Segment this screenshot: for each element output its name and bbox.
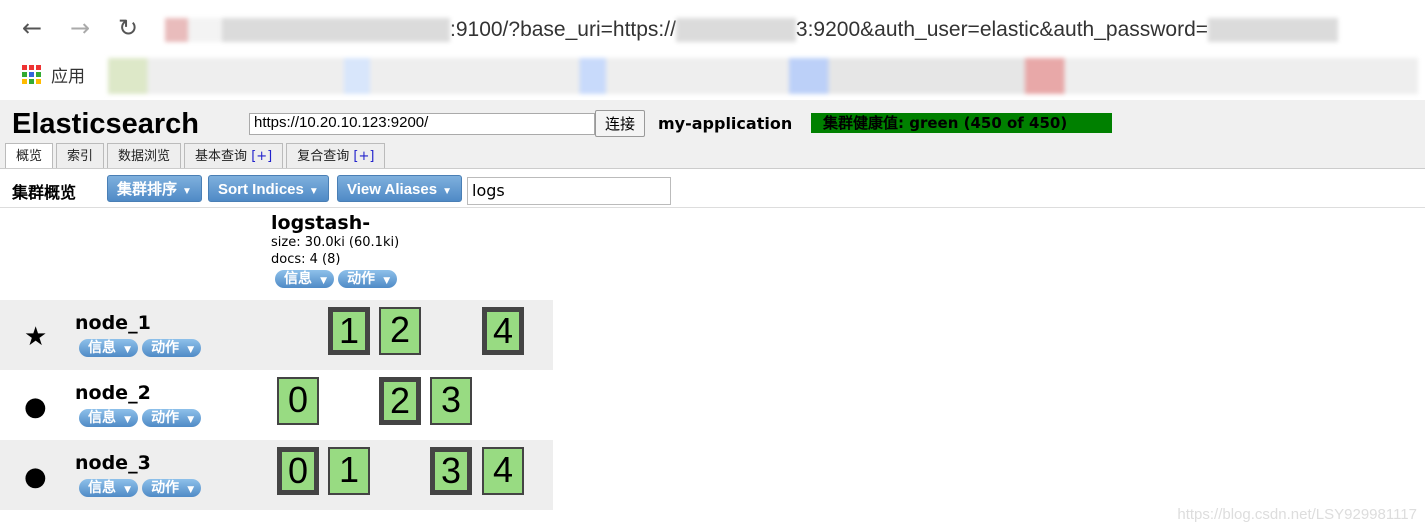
tab-label: 基本查询 — [195, 149, 248, 164]
redacted-text — [1208, 18, 1339, 42]
index-size: size: 30.0ki (60.1ki) — [271, 235, 400, 250]
caret-down-icon: ▼ — [182, 186, 192, 197]
node-name: node_1 — [75, 312, 151, 334]
caret-down-icon: ▼ — [184, 415, 195, 425]
replica-shard[interactable]: 3 — [430, 377, 472, 425]
caret-down-icon: ▼ — [380, 276, 391, 286]
button-label: 动作 — [151, 340, 180, 356]
circle-icon: ● — [24, 392, 47, 422]
bookmarks-bar: 应用 — [22, 62, 85, 87]
cluster-health-badge: 集群健康值: green (450 of 450) — [811, 113, 1112, 133]
primary-shard[interactable]: 1 — [328, 307, 370, 355]
node-row: ★ node_1 信息 ▼ 动作 ▼ 1 2 4 — [0, 300, 553, 370]
redacted-text — [165, 18, 450, 42]
node-row: ● node_2 信息 ▼ 动作 ▼ 0 2 3 — [0, 370, 553, 440]
main-tabs: 概览 索引 数据浏览 基本查询 [+] 复合查询 [+] — [5, 143, 386, 168]
button-label: View Aliases — [347, 181, 438, 198]
replica-shard[interactable]: 2 — [379, 307, 421, 355]
caret-down-icon: ▼ — [184, 345, 195, 355]
button-label: 动作 — [151, 480, 180, 496]
node-action-button[interactable]: 动作 ▼ — [142, 339, 202, 357]
url-text: :9100/?base_uri=https:// — [450, 18, 676, 41]
button-label: 信息 — [88, 340, 116, 356]
replica-shard[interactable]: 0 — [277, 377, 319, 425]
add-tab-link[interactable]: [+] — [353, 149, 374, 164]
button-label: 动作 — [347, 271, 376, 287]
star-icon: ★ — [24, 322, 48, 352]
button-label: 信息 — [88, 480, 116, 496]
node-info-button[interactable]: 信息 ▼ — [79, 339, 139, 357]
tab-label: 数据浏览 — [118, 149, 171, 164]
tab-label: 复合查询 — [297, 149, 350, 164]
node-info-button[interactable]: 信息 ▼ — [79, 409, 139, 427]
index-docs: docs: 4 (8) — [271, 252, 341, 267]
tab-basic-query[interactable]: 基本查询 [+] — [184, 143, 284, 168]
watermark: https://blog.csdn.net/LSY929981117 — [1177, 506, 1417, 523]
replica-shard[interactable]: 4 — [482, 447, 524, 495]
tab-overview[interactable]: 概览 — [5, 143, 54, 168]
index-filter-input[interactable]: logs — [467, 177, 671, 205]
replica-shard[interactable]: 1 — [328, 447, 370, 495]
node-row: ● node_3 信息 ▼ 动作 ▼ 0 1 3 4 — [0, 440, 553, 510]
sort-cluster-button[interactable]: 集群排序 ▼ — [107, 175, 202, 202]
address-bar[interactable]: :9100/?base_uri=https:// 3:9200&auth_use… — [165, 10, 1420, 50]
view-aliases-button[interactable]: View Aliases ▼ — [337, 175, 462, 202]
back-icon[interactable]: ← — [22, 14, 42, 42]
app-logo: Elasticsearch — [12, 108, 200, 140]
button-label: 集群排序 — [117, 181, 178, 198]
redacted-text — [675, 18, 796, 42]
index-column-header: logstash- size: 30.0ki (60.1ki) docs: 4 … — [271, 212, 401, 292]
overview-toolbar: 集群概览 集群排序 ▼ Sort Indices ▼ View Aliases ▼ l… — [0, 168, 1425, 208]
apps-link[interactable]: 应用 — [51, 62, 85, 87]
button-label: 信息 — [284, 271, 312, 287]
caret-down-icon: ▼ — [121, 485, 132, 495]
button-label: 动作 — [151, 410, 180, 426]
button-label: 信息 — [88, 410, 116, 426]
circle-icon: ● — [24, 462, 47, 492]
caret-down-icon: ▼ — [184, 485, 195, 495]
index-info-button[interactable]: 信息 ▼ — [275, 270, 335, 288]
node-name: node_3 — [75, 452, 151, 474]
tab-indices[interactable]: 索引 — [56, 143, 105, 168]
tab-browser[interactable]: 数据浏览 — [107, 143, 182, 168]
redacted-bookmarks — [108, 58, 1418, 94]
primary-shard[interactable]: 3 — [430, 447, 472, 495]
node-action-button[interactable]: 动作 ▼ — [142, 409, 202, 427]
caret-down-icon: ▼ — [121, 415, 132, 425]
reload-icon[interactable]: ↻ — [118, 14, 138, 42]
sort-indices-button[interactable]: Sort Indices ▼ — [208, 175, 329, 202]
caret-down-icon: ▼ — [317, 276, 328, 286]
node-action-button[interactable]: 动作 ▼ — [142, 479, 202, 497]
caret-down-icon: ▼ — [442, 186, 452, 197]
forward-icon[interactable]: → — [70, 14, 90, 42]
index-action-button[interactable]: 动作 ▼ — [338, 270, 398, 288]
caret-down-icon: ▼ — [308, 186, 319, 197]
button-label: Sort Indices — [218, 181, 304, 198]
primary-shard[interactable]: 0 — [277, 447, 319, 495]
primary-shard[interactable]: 2 — [379, 377, 421, 425]
tab-label: 概览 — [16, 149, 43, 164]
connect-url-input[interactable]: https://10.20.10.123:9200/ — [249, 113, 595, 135]
index-name: logstash- — [271, 212, 371, 234]
browser-chrome: ← → ↻ :9100/?base_uri=https:// 3:9200&au… — [0, 0, 1425, 100]
caret-down-icon: ▼ — [121, 345, 132, 355]
apps-icon[interactable] — [22, 65, 41, 84]
node-name: node_2 — [75, 382, 151, 404]
app-header: Elasticsearch https://10.20.10.123:9200/… — [0, 100, 1425, 168]
node-info-button[interactable]: 信息 ▼ — [79, 479, 139, 497]
add-tab-link[interactable]: [+] — [251, 149, 272, 164]
primary-shard[interactable]: 4 — [482, 307, 524, 355]
tab-compound-query[interactable]: 复合查询 [+] — [286, 143, 386, 168]
tab-label: 索引 — [67, 149, 94, 164]
cluster-name: my-application — [658, 114, 793, 133]
connect-button[interactable]: 连接 — [595, 110, 645, 137]
toolbar-title: 集群概览 — [12, 183, 77, 202]
url-text: 3:9200&auth_user=elastic&auth_password= — [795, 18, 1209, 41]
